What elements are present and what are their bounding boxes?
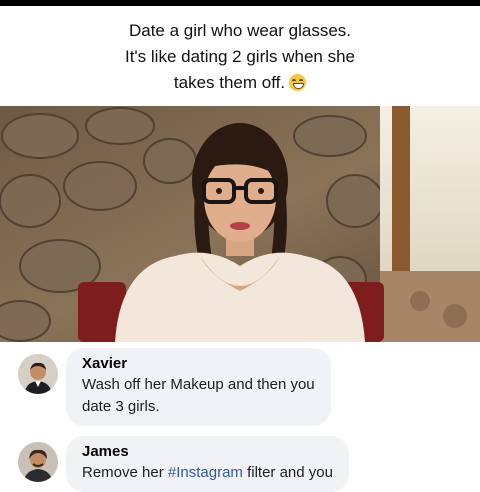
post-caption: Date a girl who wear glasses. It's like … (60, 18, 420, 96)
caption-line-3-text: takes them off. (173, 73, 286, 92)
caption-line-2: It's like dating 2 girls when she (124, 47, 356, 66)
comment-author[interactable]: James (82, 442, 333, 462)
avatar[interactable] (18, 354, 58, 394)
comment-text-line-1: Remove her #Instagram filter and you (82, 462, 333, 484)
comment-bubble: Xavier Wash off her Makeup and then you … (66, 348, 331, 426)
instagram-hashtag-link[interactable]: #Instagram (168, 464, 243, 481)
comments-section: Xavier Wash off her Makeup and then you … (0, 342, 480, 492)
caption-line-1: Date a girl who wear glasses. (128, 21, 352, 40)
comment-text-line-1: Wash off her Makeup and then you (82, 376, 315, 393)
caption-line-3: takes them off. (60, 70, 420, 96)
top-border (0, 0, 480, 6)
comment-text-before: Remove her (82, 464, 168, 481)
comment-bubble: James Remove her #Instagram filter and y… (66, 436, 349, 492)
woman-with-glasses-image (0, 106, 480, 342)
grinning-face-emoji-icon (289, 74, 307, 91)
post-photo[interactable] (0, 106, 480, 342)
comment-text-line-2: date 3 girls. (82, 398, 160, 415)
comment-author[interactable]: Xavier (82, 354, 315, 374)
comment-text-after: filter and you (242, 464, 333, 481)
avatar[interactable] (18, 442, 58, 482)
